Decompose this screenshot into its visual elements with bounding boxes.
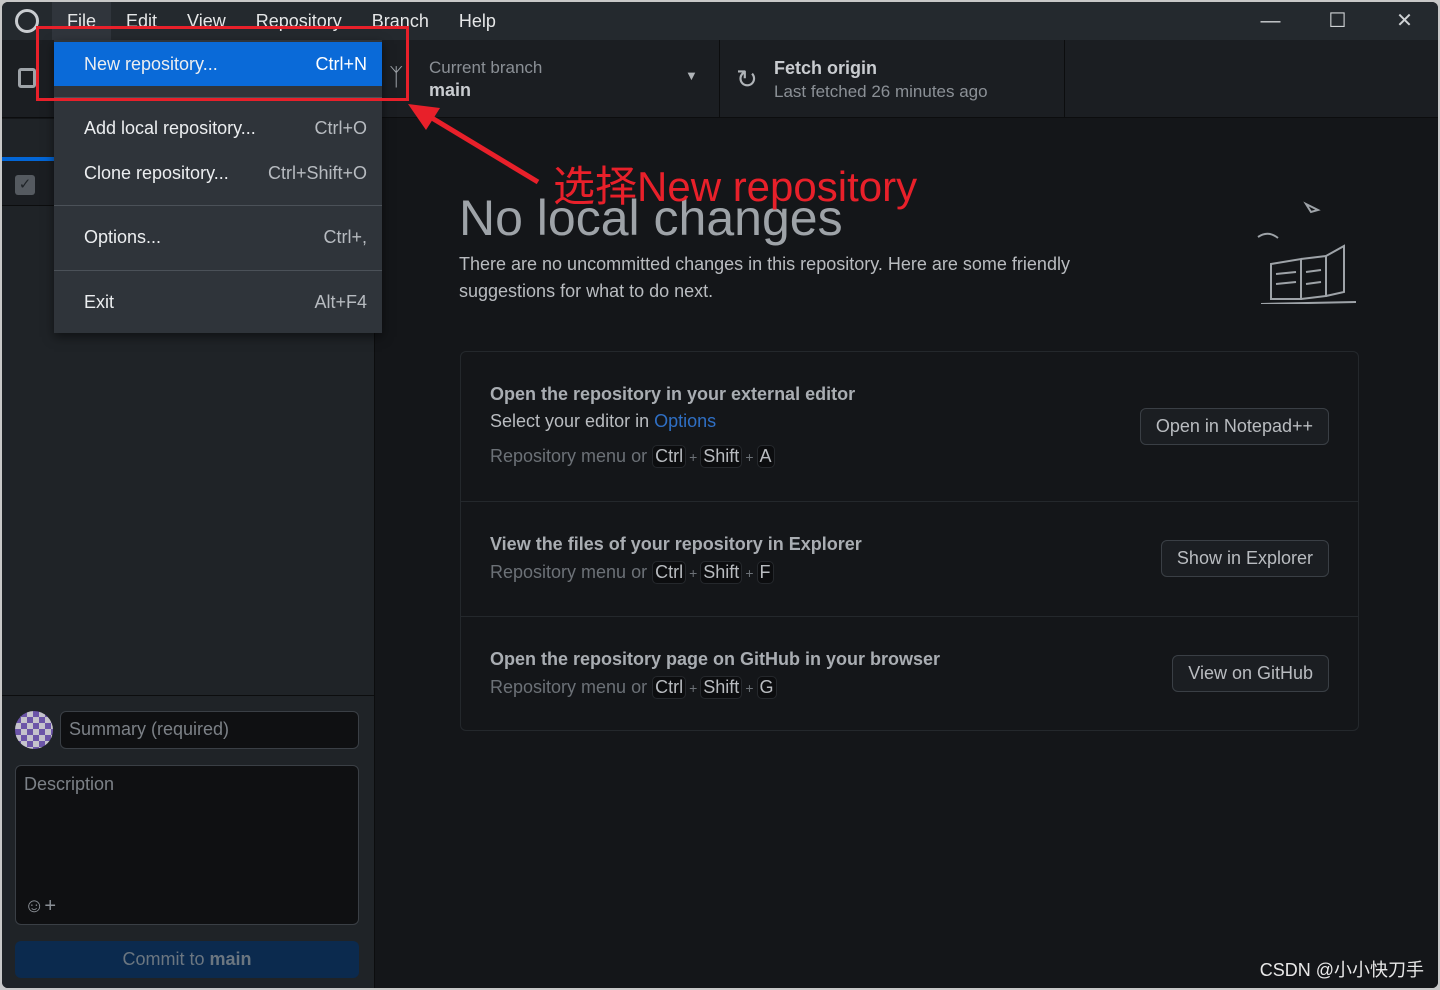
menu-divider [54,270,382,271]
suggestion-open-editor: Open the repository in your external edi… [461,352,1358,502]
hint-text: Repository menu or [490,677,648,697]
menu-item-shortcut: Alt+F4 [314,292,367,312]
menu-clone-repository[interactable]: Clone repository... Ctrl+Shift+O [54,151,382,195]
commit-button-branch: main [209,949,252,969]
commit-button[interactable]: Commit to main [15,941,359,978]
fetch-origin-button[interactable]: ↻ Fetch origin Last fetched 26 minutes a… [720,40,1065,118]
kbd-key: Ctrl [652,445,687,468]
chevron-down-icon: ▼ [685,68,698,83]
kbd-key: Ctrl [652,676,687,699]
avatar [15,711,53,749]
menu-exit[interactable]: Exit Alt+F4 [54,280,382,324]
close-icon[interactable]: ✕ [1371,2,1438,40]
card-title: Open the repository page on GitHub in yo… [490,649,941,669]
annotation-highlight-box [36,26,409,101]
main-content: No local changes There are no uncommitte… [376,119,1438,988]
commit-button-prefix: Commit to [122,949,210,969]
branch-value: main [429,80,472,100]
summary-input[interactable]: Summary (required) [60,711,359,749]
menu-item-shortcut: Ctrl+Shift+O [267,163,367,183]
options-link[interactable]: Options [654,411,716,431]
hint-text: Repository menu or [490,446,648,466]
description-placeholder: Description [24,774,115,794]
open-in-editor-button[interactable]: Open in Notepad++ [1139,408,1329,445]
suggestion-show-explorer: View the files of your repository in Exp… [461,502,1358,617]
menu-item-label: Clone repository... [84,163,229,183]
card-hint: Repository menu or Ctrl + Shift + G [490,676,777,699]
description-input[interactable]: Description ☺+ [15,765,359,925]
kbd-key: Shift [700,445,743,468]
menu-item-label: Exit [84,292,115,312]
menu-divider [54,205,382,206]
maximize-icon[interactable]: ☐ [1304,2,1371,40]
watermark: CSDN @小小快刀手 [1259,960,1424,980]
sync-icon: ↻ [736,64,758,94]
fetch-title: Fetch origin [774,58,877,78]
card-title: View the files of your repository in Exp… [490,534,862,554]
intro-text: There are no uncommitted changes in this… [459,254,1070,301]
card-subtitle-text: Select your editor in [490,411,655,431]
branch-label: Current branch [429,58,543,77]
menu-help[interactable]: Help [444,2,511,40]
suggestion-view-github: Open the repository page on GitHub in yo… [461,617,1358,731]
kbd-key: F [756,561,774,584]
annotation-text: 选择New repository [553,163,918,210]
view-on-github-button[interactable]: View on GitHub [1172,655,1329,692]
lock-icon [18,68,36,88]
kbd-key: Shift [700,561,743,584]
fetch-subtitle: Last fetched 26 minutes ago [774,82,988,101]
kbd-key: G [756,676,777,699]
minimize-icon[interactable]: — [1237,2,1304,40]
suggestions-list: Open the repository in your external edi… [460,351,1359,731]
select-all-checkbox[interactable]: ✓ [15,175,35,195]
card-hint: Repository menu or Ctrl + Shift + F [490,561,774,584]
annotation-arrow-icon [408,104,540,185]
menu-item-label: Add local repository... [84,118,256,138]
kbd-key: A [756,445,775,468]
menu-item-shortcut: Ctrl+, [323,227,367,247]
boxes-illustration-icon [1257,201,1357,304]
hint-text: Repository menu or [490,562,648,582]
menu-item-shortcut: Ctrl+O [314,118,367,138]
card-hint: Repository menu or Ctrl + Shift + A [490,445,775,468]
card-subtitle: Select your editor in Options [490,411,716,432]
add-coauthor-icon[interactable]: ☺+ [24,895,56,918]
kbd-key: Ctrl [652,561,687,584]
show-in-explorer-button[interactable]: Show in Explorer [1160,540,1329,577]
menu-options[interactable]: Options... Ctrl+, [54,215,382,259]
card-title: Open the repository in your external edi… [490,384,856,404]
menu-add-local-repository[interactable]: Add local repository... Ctrl+O [54,106,382,150]
github-desktop-window: File Edit View Repository Branch Help — … [2,2,1438,988]
menu-item-label: Options... [84,227,162,247]
commit-panel: Summary (required) Description ☺+ Commit… [2,695,375,988]
kbd-key: Shift [700,676,743,699]
